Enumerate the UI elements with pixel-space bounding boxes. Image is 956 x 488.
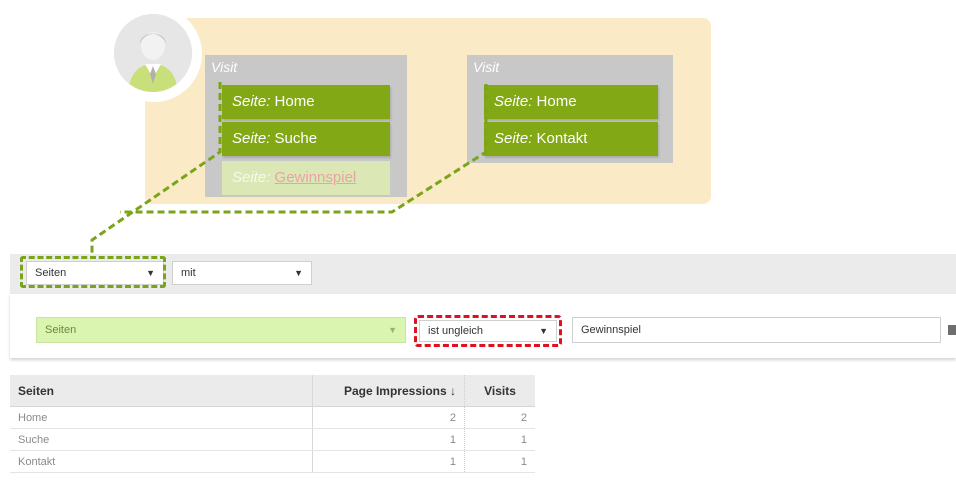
page-node-home: Seite: Home bbox=[484, 85, 658, 119]
cell-visits: 2 bbox=[464, 407, 535, 428]
table-row[interactable]: Home 2 2 bbox=[10, 407, 535, 429]
cell-page: Suche bbox=[18, 433, 50, 446]
cell-page: Home bbox=[18, 411, 48, 424]
visit-box-2: Visit Seite: Home Seite: Kontakt bbox=[467, 55, 673, 163]
page-node-suche: Seite: Suche bbox=[222, 122, 390, 156]
table-row[interactable]: Kontakt 1 1 bbox=[10, 451, 535, 473]
column-header-visits[interactable]: Visits bbox=[464, 375, 535, 406]
cell-page-impressions: 1 bbox=[312, 429, 464, 450]
cell-visits: 1 bbox=[464, 429, 535, 450]
visit-box-1: Visit Seite: Home Seite: Suche Seite: Ge… bbox=[205, 55, 407, 197]
user-icon bbox=[114, 14, 192, 92]
visit-label: Visit bbox=[211, 59, 238, 75]
operator-select-highlight bbox=[414, 315, 562, 347]
visit-label: Visit bbox=[473, 59, 500, 75]
condition-field-value: Seiten bbox=[45, 324, 77, 336]
condition-value-input[interactable]: Gewinnspiel bbox=[572, 317, 941, 343]
chevron-down-icon: ▼ bbox=[294, 268, 303, 278]
results-table: Seiten Page Impressions ↓ Visits Home 2 … bbox=[10, 375, 535, 473]
table-header-row: Seiten Page Impressions ↓ Visits bbox=[10, 375, 535, 407]
cell-page-impressions: 2 bbox=[312, 407, 464, 428]
table-row[interactable]: Suche 1 1 bbox=[10, 429, 535, 451]
cell-page-impressions: 1 bbox=[312, 451, 464, 472]
trash-icon[interactable] bbox=[948, 325, 956, 335]
page-node-kontakt: Seite: Kontakt bbox=[484, 122, 658, 156]
page-node-home: Seite: Home bbox=[222, 85, 390, 119]
column-header-seiten[interactable]: Seiten bbox=[10, 375, 312, 406]
condition-value-text: Gewinnspiel bbox=[581, 324, 641, 336]
mode-select-value: mit bbox=[181, 267, 196, 279]
page-node-gewinnspiel-excluded: Seite: Gewinnspiel bbox=[222, 161, 390, 195]
column-header-page-impressions[interactable]: Page Impressions ↓ bbox=[312, 375, 464, 406]
avatar bbox=[106, 6, 202, 102]
chevron-down-icon: ▼ bbox=[388, 325, 397, 335]
condition-field-select[interactable]: Seiten ▼ bbox=[36, 317, 406, 343]
dimension-select-highlight bbox=[20, 256, 166, 288]
cell-visits: 1 bbox=[464, 451, 535, 472]
cell-page: Kontakt bbox=[18, 455, 56, 468]
mode-select[interactable]: mit ▼ bbox=[172, 261, 312, 285]
